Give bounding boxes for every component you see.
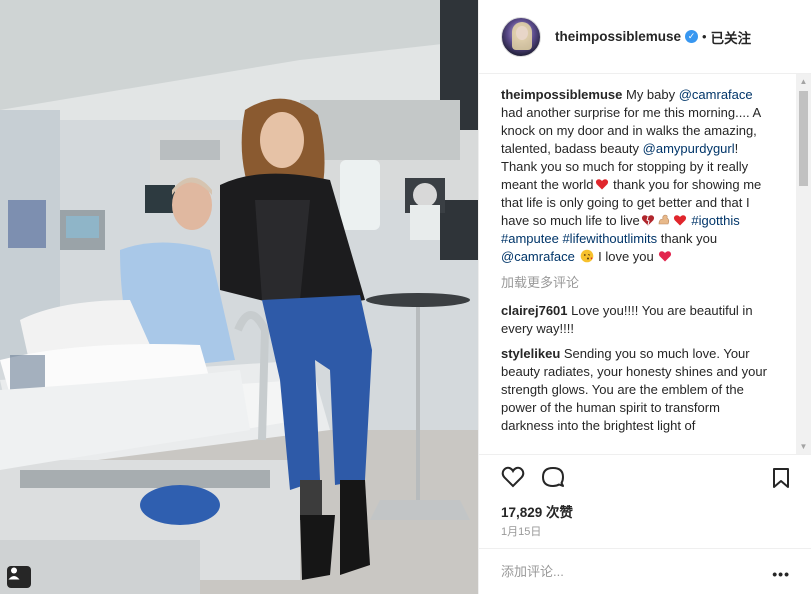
- flexed-biceps-emoji-icon: [658, 214, 669, 225]
- caption-text: thank you: [657, 231, 718, 246]
- comments-list: theimpossiblemuse My baby @camraface had…: [501, 86, 773, 450]
- hashtag-link[interactable]: #igotthis: [691, 213, 739, 228]
- broken-heart-emoji-icon: [641, 215, 654, 226]
- comment-input[interactable]: [501, 564, 741, 579]
- instagram-post: theimpossiblemuse ✓ • 已关注 theimpossiblem…: [0, 0, 811, 594]
- load-more-comments-link[interactable]: 加载更多评论: [501, 274, 773, 292]
- hashtag-link[interactable]: #lifewithoutlimits: [562, 231, 657, 246]
- red-heart-emoji-icon: [673, 215, 686, 226]
- more-options-icon[interactable]: •••: [772, 566, 790, 582]
- heart-icon[interactable]: [501, 465, 525, 489]
- red-heart-emoji-icon: [595, 179, 608, 190]
- separator-dot: •: [702, 29, 707, 44]
- mention-link[interactable]: @camraface: [679, 87, 753, 102]
- caption-text: I love you: [594, 249, 654, 264]
- comment-item: stylelikeu Sending you so much love. You…: [501, 345, 773, 435]
- verified-badge-icon: ✓: [685, 30, 699, 43]
- comment-icon[interactable]: [541, 465, 565, 489]
- mention-link[interactable]: @amypurdygurl: [643, 141, 735, 156]
- hospital-room-photo: [0, 0, 478, 594]
- post-sidebar: theimpossiblemuse ✓ • 已关注 theimpossiblem…: [478, 0, 811, 594]
- add-comment-bar: •••: [479, 548, 811, 594]
- caption-username[interactable]: theimpossiblemuse: [501, 87, 622, 102]
- face-blowing-kiss-emoji-icon: [580, 249, 593, 263]
- comments-scrollbar[interactable]: ▲ ▼: [796, 74, 811, 454]
- comment-username[interactable]: stylelikeu: [501, 346, 560, 361]
- likes-count[interactable]: 17,829 次赞: [501, 501, 573, 521]
- post-header: theimpossiblemuse ✓ • 已关注: [479, 0, 811, 74]
- heart-emoji-icon: [659, 251, 672, 262]
- mention-link[interactable]: @camraface: [501, 249, 575, 264]
- comment-username[interactable]: clairej7601: [501, 303, 568, 318]
- caption: theimpossiblemuse My baby @camraface had…: [501, 86, 773, 266]
- hashtag-link[interactable]: #amputee: [501, 231, 559, 246]
- action-icons: [501, 465, 565, 489]
- bookmark-icon[interactable]: [772, 467, 790, 489]
- username-link[interactable]: theimpossiblemuse: [555, 29, 681, 44]
- avatar-face: [516, 25, 528, 40]
- avatar[interactable]: [501, 16, 541, 57]
- post-date[interactable]: 1月15日: [501, 523, 541, 539]
- caption-text: My baby: [622, 87, 679, 102]
- scroll-down-arrow-icon[interactable]: ▼: [796, 439, 811, 454]
- comment-item: clairej7601 Love you!!!! You are beautif…: [501, 302, 773, 338]
- person-icon: [8, 567, 20, 580]
- scrollbar-thumb[interactable]: [799, 91, 808, 186]
- following-button[interactable]: 已关注: [711, 27, 752, 47]
- post-photo[interactable]: [0, 0, 478, 594]
- user-tag-icon[interactable]: [7, 566, 31, 588]
- post-actions: 17,829 次赞 1月15日: [479, 454, 811, 554]
- scroll-up-arrow-icon[interactable]: ▲: [796, 74, 811, 89]
